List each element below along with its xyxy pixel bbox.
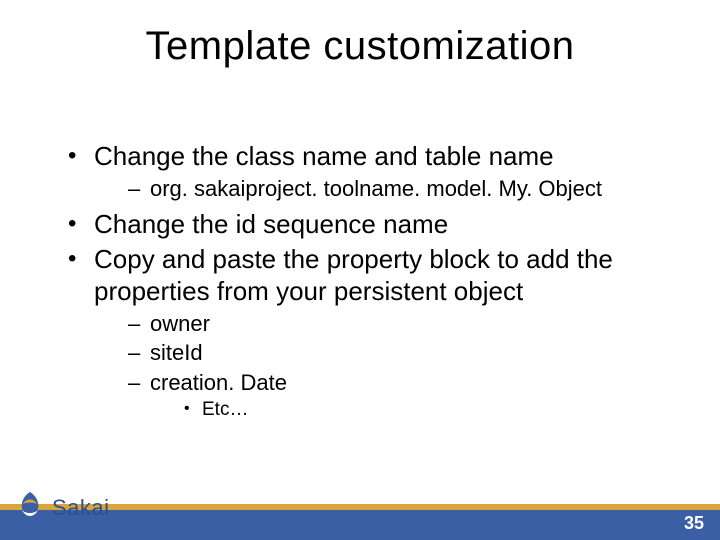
sub-sub-bullet-list: Etc…: [150, 398, 660, 422]
page-number: 35: [684, 513, 704, 534]
bullet-text: Change the class name and table name: [94, 141, 554, 171]
sakai-logo-icon: [10, 488, 50, 528]
sub-bullet-item: org. sakaiproject. toolname. model. My. …: [128, 175, 660, 203]
sakai-logo: Sakai: [10, 484, 110, 532]
sub-sub-bullet-item: Etc…: [184, 398, 660, 422]
sub-bullet-item: owner: [128, 310, 660, 338]
slide: Template customization Change the class …: [0, 0, 720, 540]
sub-bullet-text: owner: [150, 311, 210, 336]
sub-sub-bullet-text: Etc…: [202, 399, 248, 420]
bullet-text: Change the id sequence name: [94, 209, 448, 239]
bullet-list: Change the class name and table name org…: [66, 140, 660, 422]
sub-bullet-list: owner siteId creation. Date Etc…: [94, 310, 660, 422]
sub-bullet-item: creation. Date Etc…: [128, 369, 660, 422]
footer: Sakai 35: [0, 482, 720, 540]
sub-bullet-item: siteId: [128, 339, 660, 367]
slide-body: Change the class name and table name org…: [66, 140, 660, 428]
bullet-item: Change the class name and table name org…: [66, 140, 660, 202]
sub-bullet-text: creation. Date: [150, 370, 287, 395]
slide-title: Template customization: [0, 24, 720, 69]
sub-bullet-text: siteId: [150, 340, 203, 365]
bullet-text: Copy and paste the property block to add…: [94, 244, 613, 307]
sakai-logo-text: Sakai: [52, 495, 110, 521]
bullet-item: Change the id sequence name: [66, 208, 660, 241]
sub-bullet-list: org. sakaiproject. toolname. model. My. …: [94, 175, 660, 203]
sub-bullet-text: org. sakaiproject. toolname. model. My. …: [150, 176, 602, 201]
bullet-item: Copy and paste the property block to add…: [66, 243, 660, 422]
